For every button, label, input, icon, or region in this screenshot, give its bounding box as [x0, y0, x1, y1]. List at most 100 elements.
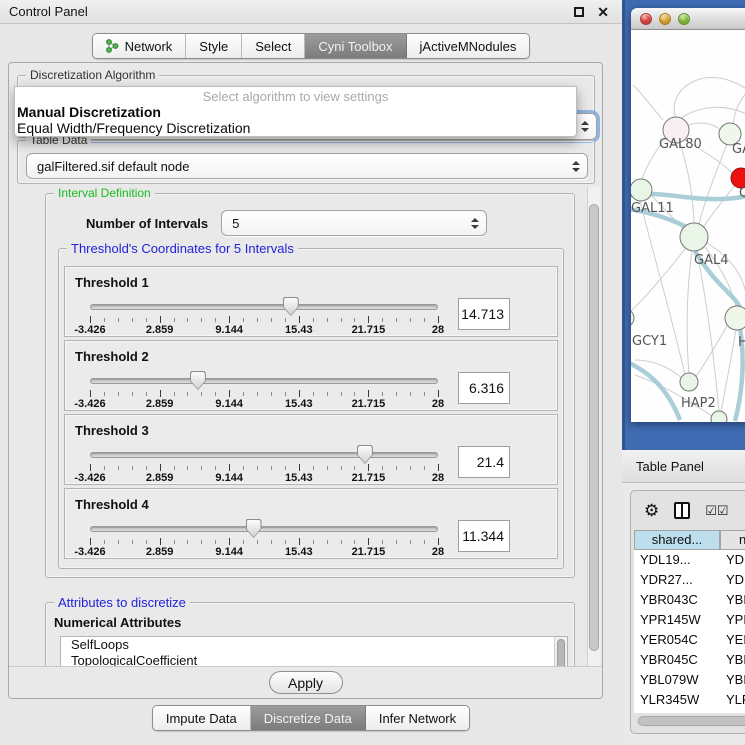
- cell-name[interactable]: YBL0: [720, 670, 745, 690]
- table-horizontal-scrollbar[interactable]: [636, 715, 745, 727]
- tab-cyni-toolbox[interactable]: Cyni Toolbox: [305, 34, 406, 58]
- threshold-slider[interactable]: -3.4262.8599.14415.4321.71528: [90, 366, 438, 410]
- network-node-bottom-partial[interactable]: [711, 411, 727, 422]
- slider-track[interactable]: [90, 378, 438, 384]
- cell-shared-name[interactable]: YDL19...: [634, 550, 720, 570]
- network-edge[interactable]: [633, 85, 663, 120]
- network-edge[interactable]: [695, 326, 727, 378]
- threshold-value-field[interactable]: 11.344: [458, 520, 510, 552]
- network-edge[interactable]: [721, 330, 736, 412]
- select-columns-icon[interactable]: ☑☑: [705, 503, 728, 519]
- apply-button[interactable]: Apply: [269, 671, 343, 694]
- attribute-item-selfloops[interactable]: SelfLoops: [61, 637, 567, 653]
- zoom-light[interactable]: [678, 13, 690, 25]
- cell-shared-name[interactable]: YIL052C: [634, 710, 720, 713]
- popup-item-equal-width-frequency[interactable]: Equal Width/Frequency Discretization: [15, 120, 576, 136]
- cell-name[interactable]: YDL1: [720, 550, 745, 570]
- table-data-combobox[interactable]: galFiltered.sif default node: [26, 153, 588, 179]
- tab-jactivemnodules[interactable]: jActiveMNodules: [407, 34, 530, 58]
- network-edge[interactable]: [703, 185, 735, 228]
- cell-shared-name[interactable]: YBR043C: [634, 590, 720, 610]
- threshold-slider[interactable]: -3.4262.8599.14415.4321.71528: [90, 440, 438, 484]
- table-row[interactable]: YBR043CYBR0: [634, 590, 745, 610]
- cell-name[interactable]: YDR2: [720, 570, 745, 590]
- network-node-gal11[interactable]: [631, 179, 652, 201]
- threshold-value-field[interactable]: 21.4: [458, 446, 510, 478]
- slider-tick-labels: -3.4262.8599.14415.4321.71528: [90, 472, 438, 484]
- control-panel-scrollbar[interactable]: [587, 187, 600, 668]
- cell-name[interactable]: YLR3: [720, 690, 745, 710]
- tab-label: Cyni Toolbox: [318, 39, 392, 54]
- column-header-shared-name[interactable]: shared...: [634, 530, 720, 550]
- float-window-icon[interactable]: [574, 7, 584, 17]
- cell-shared-name[interactable]: YPR145W: [634, 610, 720, 630]
- network-node-red-node[interactable]: [731, 168, 745, 188]
- table-row[interactable]: YPR145WYPR1: [634, 610, 745, 630]
- cell-shared-name[interactable]: YBR045C: [634, 650, 720, 670]
- column-header-name[interactable]: n...: [720, 530, 745, 550]
- network-canvas[interactable]: GAL80GACGAL11GAL4GCY1HHAP2: [631, 30, 745, 422]
- interval-definition-group: Interval Definition Number of Intervals …: [45, 193, 575, 578]
- network-node-gcy1[interactable]: [631, 309, 634, 327]
- cell-shared-name[interactable]: YLR345W: [634, 690, 720, 710]
- slider-thumb[interactable]: [357, 445, 373, 464]
- table-row[interactable]: YLR345WYLR3: [634, 690, 745, 710]
- tab-discretize-data[interactable]: Discretize Data: [251, 706, 366, 730]
- slider-track[interactable]: [90, 526, 438, 532]
- combo-arrows-icon: [471, 218, 479, 229]
- tab-impute-data[interactable]: Impute Data: [153, 706, 251, 730]
- screen: Control Panel ✕ NetworkStyleSelectCyni T…: [0, 0, 745, 745]
- tab-select[interactable]: Select: [242, 34, 305, 58]
- split-columns-icon[interactable]: [674, 502, 690, 519]
- threshold-label: Threshold 1: [65, 267, 557, 290]
- cell-name[interactable]: YER0: [720, 630, 745, 650]
- close-icon[interactable]: ✕: [597, 5, 609, 19]
- network-edge[interactable]: [680, 143, 694, 223]
- cell-shared-name[interactable]: YBL079W: [634, 670, 720, 690]
- threshold-slider[interactable]: -3.4262.8599.14415.4321.71528: [90, 292, 438, 336]
- table-row[interactable]: YDR27...YDR2: [634, 570, 745, 590]
- close-light[interactable]: [640, 13, 652, 25]
- network-node-hap2[interactable]: [680, 373, 698, 391]
- network-edge[interactable]: [688, 123, 721, 130]
- table-row[interactable]: YBL079WYBL0: [634, 670, 745, 690]
- table-row[interactable]: YER054CYER0: [634, 630, 745, 650]
- tab-network[interactable]: Network: [93, 34, 187, 58]
- numerical-attributes-list[interactable]: SelfLoopsTopologicalCoefficientBetweenne…: [60, 636, 568, 668]
- threshold-box-threshold-1: Threshold 1-3.4262.8599.14415.4321.71528…: [64, 266, 558, 337]
- number-of-intervals-combobox[interactable]: 5: [221, 210, 487, 236]
- network-edge[interactable]: [674, 78, 745, 118]
- network-node-gal4[interactable]: [680, 223, 708, 251]
- tab-style[interactable]: Style: [186, 34, 242, 58]
- cell-name[interactable]: YBR0: [720, 650, 745, 670]
- minimize-light[interactable]: [659, 13, 671, 25]
- network-node-label: GA: [732, 142, 745, 157]
- slider-thumb[interactable]: [190, 371, 206, 390]
- network-edge[interactable]: [697, 251, 719, 411]
- network-edge[interactable]: [733, 92, 745, 124]
- threshold-value-field[interactable]: 14.713: [458, 298, 510, 330]
- threshold-slider[interactable]: -3.4262.8599.14415.4321.71528: [90, 514, 438, 558]
- table-row[interactable]: YBR045CYBR0: [634, 650, 745, 670]
- threshold-value-field[interactable]: 6.316: [458, 372, 510, 404]
- cell-name[interactable]: YIL0: [720, 710, 745, 713]
- network-edge[interactable]: [687, 251, 692, 374]
- tab-infer-network[interactable]: Infer Network: [366, 706, 469, 730]
- cell-name[interactable]: YPR1: [720, 610, 745, 630]
- slider-thumb[interactable]: [246, 519, 262, 538]
- slider-track[interactable]: [90, 304, 438, 310]
- popup-item-manual-discretization[interactable]: Manual Discretization: [15, 104, 576, 120]
- slider-track[interactable]: [90, 452, 438, 458]
- table-row[interactable]: YDL19...YDL1: [634, 550, 745, 570]
- interval-definition-title: Interval Definition: [54, 187, 155, 201]
- cell-name[interactable]: YBR0: [720, 590, 745, 610]
- cell-shared-name[interactable]: YDR27...: [634, 570, 720, 590]
- attributes-list-scrollbar[interactable]: [554, 637, 567, 668]
- network-node-h-partial[interactable]: [725, 306, 745, 330]
- slider-thumb[interactable]: [283, 297, 299, 316]
- settings-scroll-region: Interval Definition Number of Intervals …: [17, 187, 585, 668]
- gear-icon[interactable]: ⚙: [644, 502, 659, 519]
- cell-shared-name[interactable]: YER054C: [634, 630, 720, 650]
- network-edge[interactable]: [631, 249, 685, 313]
- table-row[interactable]: YIL052CYIL0: [634, 710, 745, 713]
